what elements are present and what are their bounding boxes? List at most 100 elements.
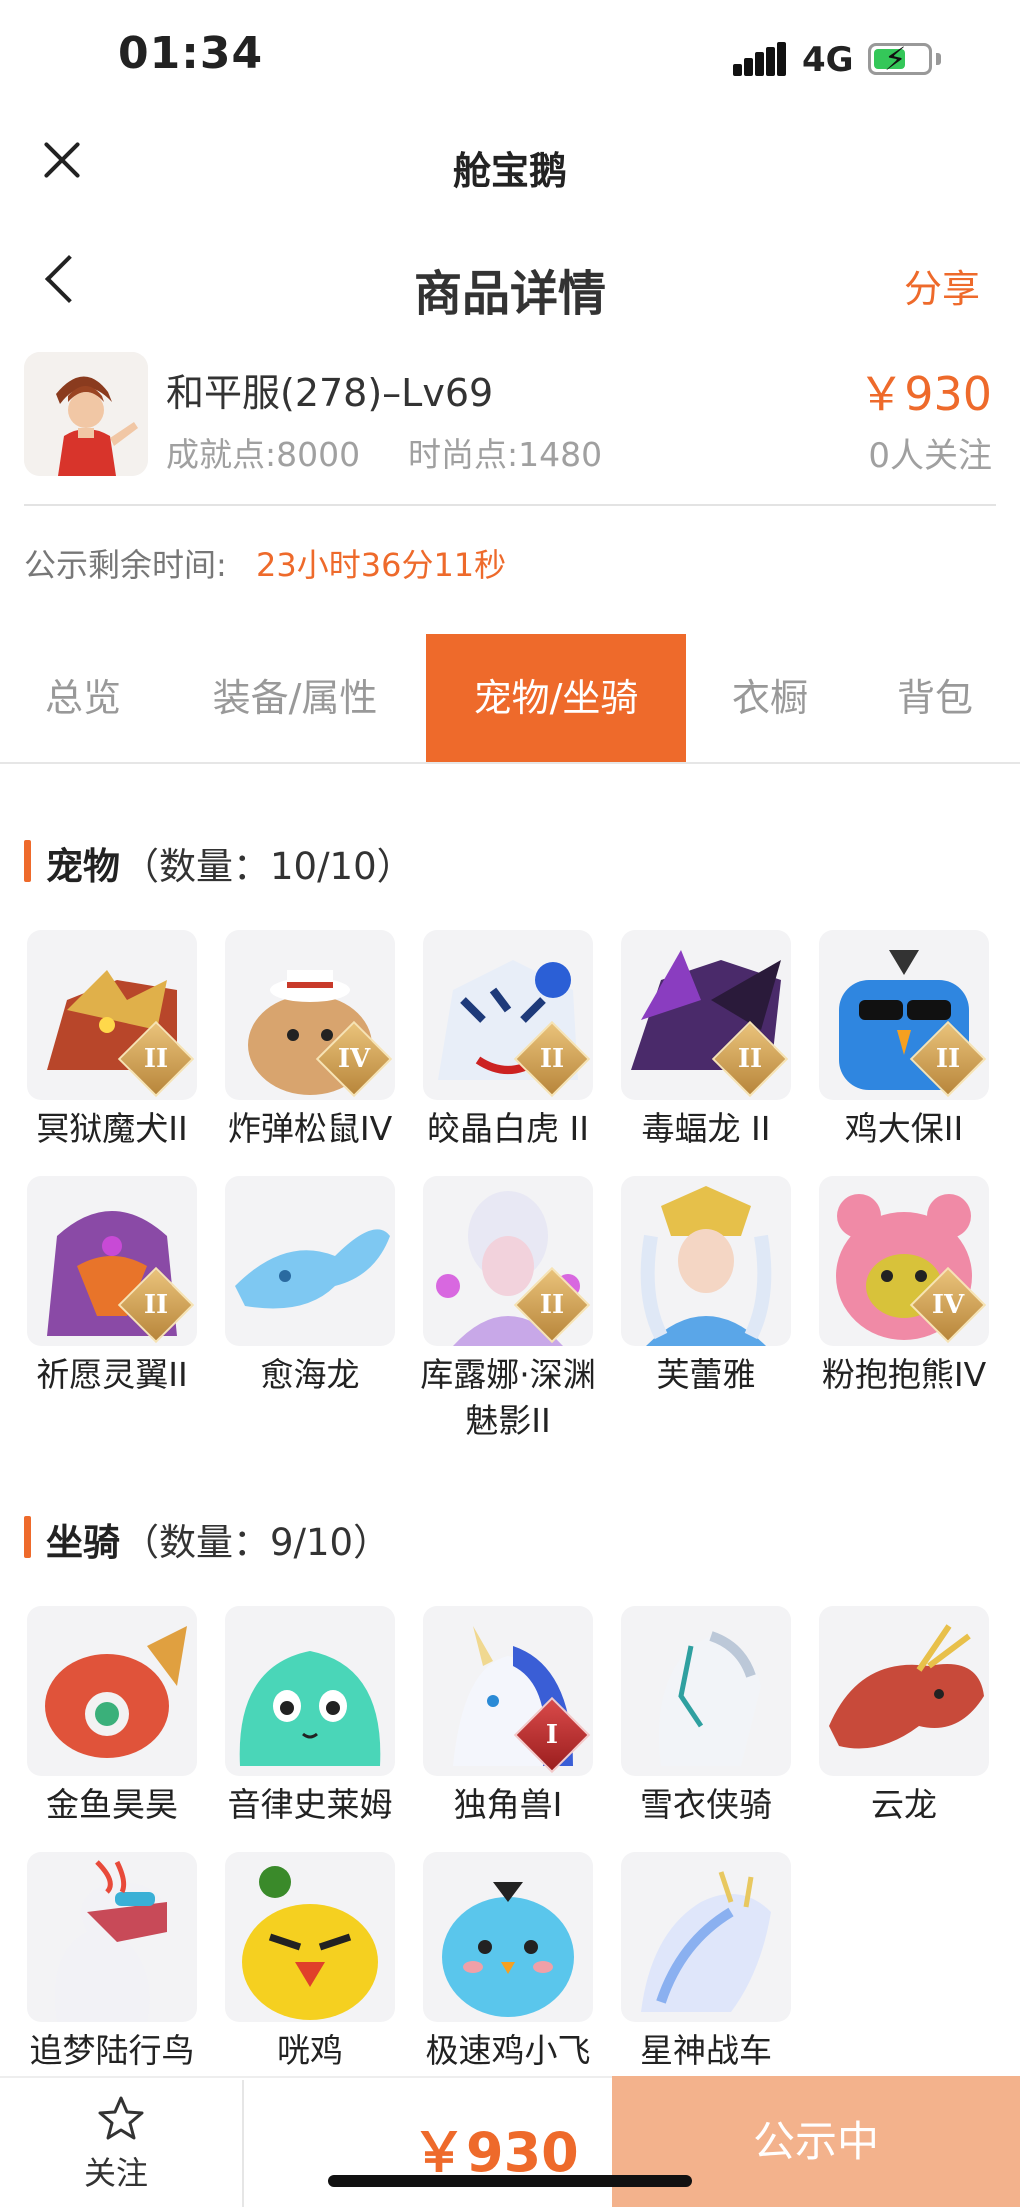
cloud-dragon-icon: [819, 1606, 989, 1776]
white-tiger-icon: II: [423, 930, 593, 1100]
mounts-section-title: 坐骑: [46, 1521, 120, 1564]
pet-item[interactable]: IV 粉抱抱熊IV: [819, 1176, 989, 1398]
home-indicator: [328, 2175, 692, 2187]
achievement-points: 成就点:8000: [166, 435, 361, 474]
mounts-count: （数量：9/10）: [122, 1521, 391, 1564]
pet-item[interactable]: 芙蕾雅: [621, 1176, 791, 1398]
product-name: 和平服(278)–Lv69: [166, 371, 494, 415]
grade-badge-label: II: [143, 1290, 169, 1320]
pet-item[interactable]: II 毒蝠龙 II: [621, 930, 791, 1152]
tab-bar: 总览 装备/属性 宠物/坐骑 衣橱 背包: [0, 634, 1020, 762]
tab-wardrobe[interactable]: 衣橱: [710, 634, 830, 762]
tab-equipment[interactable]: 装备/属性: [190, 634, 400, 762]
battery-cap: [936, 53, 941, 65]
item-name: 祈愿灵翼II: [36, 1355, 188, 1394]
grade-badge-label: IV: [337, 1044, 371, 1074]
tab-backpack[interactable]: 背包: [870, 634, 1000, 762]
pet-item[interactable]: II 皎晶白虎 II: [423, 930, 593, 1152]
charging-icon: ⚡: [884, 40, 907, 78]
mount-item[interactable]: 咣鸡: [225, 1852, 395, 2074]
item-name: 芙蕾雅: [656, 1355, 756, 1394]
goldfish-icon: [27, 1606, 197, 1776]
blue-chick-icon: [423, 1852, 593, 2022]
item-name: 皎晶白虎 II: [427, 1109, 589, 1148]
pet-item[interactable]: 愈海龙: [225, 1176, 395, 1398]
spirit-horse-icon: [621, 1852, 791, 2022]
valkyrie-icon: [621, 1176, 791, 1346]
mount-item[interactable]: I 独角兽I: [423, 1606, 593, 1828]
grade-badge-label: II: [539, 1044, 565, 1074]
mount-item[interactable]: 雪衣侠骑: [621, 1606, 791, 1828]
grade-badge-label: I: [545, 1720, 559, 1750]
follow-button[interactable]: 关注: [84, 2148, 148, 2194]
bat-dragon-icon: II: [621, 930, 791, 1100]
signal-icon: [733, 42, 786, 76]
product-price: ￥930: [858, 367, 992, 421]
publicity-status-button[interactable]: 公示中: [612, 2076, 1020, 2207]
sea-dragon-icon: [225, 1176, 395, 1346]
page-title: 商品详情: [413, 266, 606, 322]
item-name: 云龙: [871, 1785, 937, 1824]
mount-item[interactable]: 云龙: [819, 1606, 989, 1828]
item-name: 炸弹松鼠IV: [227, 1109, 393, 1148]
abyss-girl-icon: II: [423, 1176, 593, 1346]
mount-item[interactable]: 星神战车: [621, 1852, 791, 2074]
ostrich-icon: [27, 1852, 197, 2022]
pet-item[interactable]: IV 炸弹松鼠IV: [225, 930, 395, 1152]
dragon-hound-icon: II: [27, 930, 197, 1100]
item-name: 愈海龙: [260, 1355, 360, 1394]
unicorn-icon: I: [423, 1606, 593, 1776]
mount-item[interactable]: 极速鸡小飞: [423, 1852, 593, 2074]
tab-pets-mounts[interactable]: 宠物/坐骑: [426, 634, 686, 762]
network-label: 4G: [802, 40, 854, 80]
pink-bear-icon: IV: [819, 1176, 989, 1346]
fashion-points: 时尚点:1480: [408, 435, 603, 474]
status-time: 01:34: [118, 28, 264, 79]
item-name: 冥狱魔犬II: [36, 1109, 188, 1148]
item-name: 粉抱抱熊IV: [821, 1355, 987, 1394]
pet-item[interactable]: II 鸡大保II: [819, 930, 989, 1152]
grade-badge-label: II: [935, 1044, 961, 1074]
bird-wing-icon: II: [27, 1176, 197, 1346]
section-marker: [24, 1516, 31, 1558]
mount-item[interactable]: 追梦陆行鸟: [27, 1852, 197, 2074]
pet-item[interactable]: II 库露娜·深渊魅影II: [420, 1176, 596, 1444]
remaining-time-label: 公示剩余时间:: [24, 546, 227, 584]
mount-item[interactable]: 音律史莱姆: [225, 1606, 395, 1828]
follower-count: 0人关注: [868, 436, 992, 476]
item-name: 雪衣侠骑: [640, 1785, 772, 1824]
pets-section-title: 宠物: [46, 845, 120, 888]
chicken-boss-icon: II: [819, 930, 989, 1100]
character-avatar: [24, 352, 148, 476]
item-name: 音律史莱姆: [227, 1785, 393, 1824]
pets-count: （数量：10/10）: [122, 845, 414, 888]
divider: [242, 2080, 244, 2207]
pet-item[interactable]: II 祈愿灵翼II: [27, 1176, 197, 1398]
item-name: 咣鸡: [277, 2031, 343, 2070]
mount-item[interactable]: 金鱼昊昊: [27, 1606, 197, 1828]
grade-badge-label: II: [143, 1044, 169, 1074]
remaining-time-value: 23小时36分11秒: [256, 546, 507, 584]
divider: [24, 504, 996, 506]
tab-divider: [0, 762, 1020, 764]
item-name: 极速鸡小飞: [425, 2031, 591, 2070]
grade-badge-label: II: [737, 1044, 763, 1074]
item-name: 毒蝠龙 II: [641, 1109, 771, 1148]
white-horse-icon: [621, 1606, 791, 1776]
grade-badge-label: II: [539, 1290, 565, 1320]
item-name: 独角兽I: [453, 1785, 563, 1824]
star-icon[interactable]: [96, 2094, 146, 2144]
grade-badge-label: IV: [931, 1290, 965, 1320]
item-name: 库露娜·深渊魅影II: [420, 1355, 596, 1440]
tab-overview[interactable]: 总览: [0, 634, 166, 762]
section-marker: [24, 840, 31, 882]
item-name: 金鱼昊昊: [46, 1785, 178, 1824]
squirrel-icon: IV: [225, 930, 395, 1100]
item-name: 星神战车: [640, 2031, 772, 2070]
pet-item[interactable]: II 冥狱魔犬II: [27, 930, 197, 1152]
slime-icon: [225, 1606, 395, 1776]
app-title: 舱宝鹅: [452, 149, 567, 193]
yellow-chicken-icon: [225, 1852, 395, 2022]
item-name: 鸡大保II: [844, 1109, 964, 1148]
share-button[interactable]: 分享: [904, 258, 980, 313]
